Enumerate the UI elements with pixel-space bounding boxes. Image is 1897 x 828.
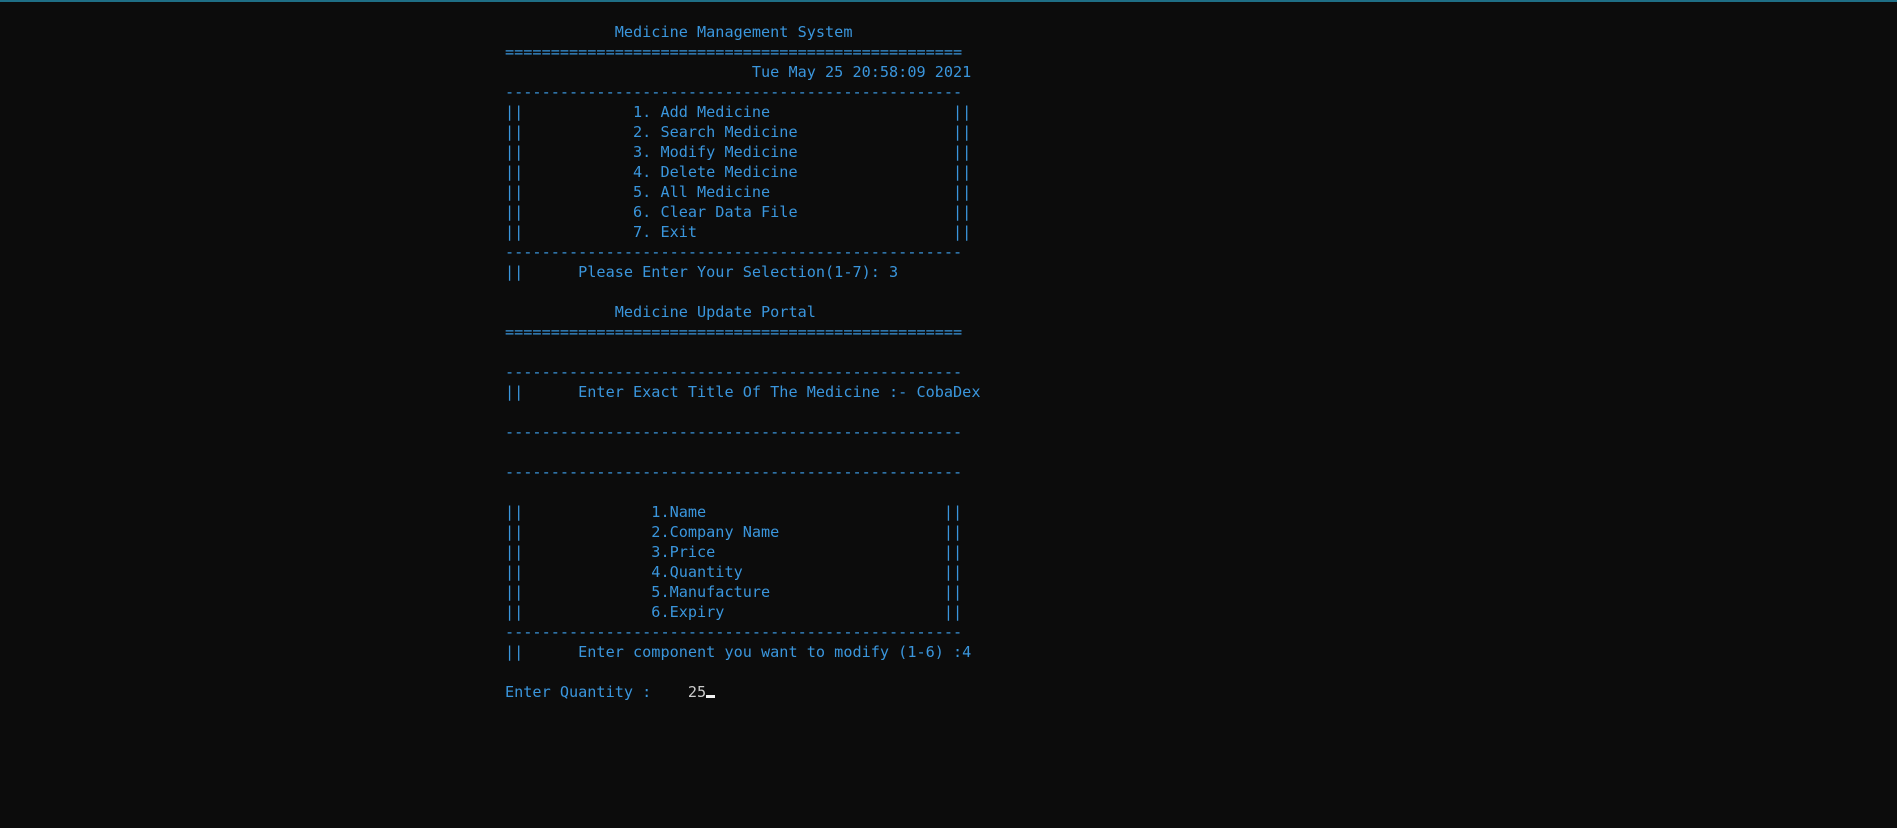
separator-dashed: ----------------------------------------… [505, 463, 963, 481]
quantity-input-line[interactable]: Enter Quantity : 25 [505, 682, 716, 702]
quantity-prompt-label: Enter Quantity : [505, 683, 688, 701]
separator-dashed: ----------------------------------------… [505, 623, 963, 641]
menu-item-search-medicine: || 2. Search Medicine || [505, 123, 972, 141]
menu-item-add-medicine: || 1. Add Medicine || [505, 103, 972, 121]
separator-dashed: ----------------------------------------… [505, 83, 963, 101]
separator-double: ========================================… [505, 323, 963, 341]
component-item-company-name: || 2.Company Name || [505, 523, 963, 541]
separator-double: ========================================… [505, 43, 963, 61]
separator-dashed: ----------------------------------------… [505, 243, 963, 261]
component-item-manufacture: || 5.Manufacture || [505, 583, 963, 601]
console-output[interactable]: Medicine Management System =============… [0, 22, 1897, 822]
separator-dashed: ----------------------------------------… [505, 363, 963, 381]
menu-item-exit: || 7. Exit || [505, 223, 972, 241]
component-item-quantity: || 4.Quantity || [505, 563, 963, 581]
selection-prompt: || Please Enter Your Selection(1-7): 3 [505, 263, 899, 281]
separator-dashed: ----------------------------------------… [505, 423, 963, 441]
quantity-input-value[interactable]: 25 [688, 683, 706, 701]
menu-item-all-medicine: || 5. All Medicine || [505, 183, 972, 201]
component-prompt: || Enter component you want to modify (1… [505, 643, 972, 661]
menu-item-modify-medicine: || 3. Modify Medicine || [505, 143, 972, 161]
menu-item-delete-medicine: || 4. Delete Medicine || [505, 163, 972, 181]
program-title: Medicine Management System [505, 23, 853, 41]
text-cursor [706, 695, 716, 698]
medicine-title-prompt: || Enter Exact Title Of The Medicine :- … [505, 383, 981, 401]
component-item-expiry: || 6.Expiry || [505, 603, 963, 621]
menu-item-clear-data-file: || 6. Clear Data File || [505, 203, 972, 221]
component-item-price: || 3.Price || [505, 543, 963, 561]
window-top-border [0, 0, 1897, 2]
component-item-name: || 1.Name || [505, 503, 963, 521]
portal-title: Medicine Update Portal [505, 303, 816, 321]
timestamp: Tue May 25 20:58:09 2021 [505, 63, 972, 81]
